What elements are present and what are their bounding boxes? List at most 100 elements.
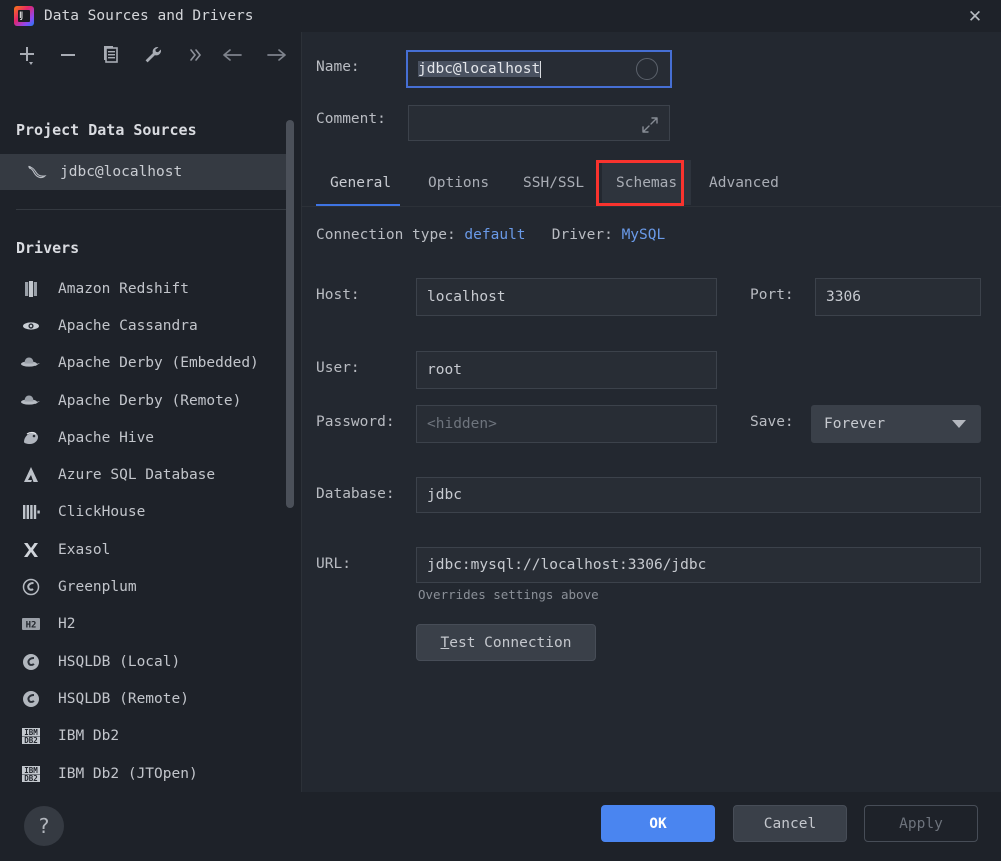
sidebar: Project Data Sources jdbc@localhost Driv… xyxy=(0,32,302,792)
chevron-down-icon xyxy=(952,420,966,428)
derby-hat-icon xyxy=(16,391,46,411)
test-connection-label: est Connection xyxy=(449,634,572,651)
driver-label: Driver: xyxy=(551,227,613,243)
wrench-icon[interactable] xyxy=(136,38,170,72)
comment-input[interactable] xyxy=(408,105,670,141)
driver-item-label: Apache Cassandra xyxy=(58,317,198,334)
chevron-double-right-icon[interactable] xyxy=(178,38,212,72)
sidebar-item-jdbc-localhost[interactable]: jdbc@localhost xyxy=(0,154,294,190)
sidebar-item-label: jdbc@localhost xyxy=(60,164,183,180)
url-input[interactable]: jdbc:mysql://localhost:3306/jdbc xyxy=(416,547,981,583)
intellij-logo-icon: IJ xyxy=(14,6,34,26)
name-status-circle-icon xyxy=(636,58,658,80)
exasol-x-icon xyxy=(16,540,46,560)
apply-button-label: Apply xyxy=(899,815,943,832)
tab-label: Options xyxy=(428,174,490,191)
name-label: Name: xyxy=(316,59,360,75)
host-label: Host: xyxy=(316,287,360,303)
driver-item-hsqldb-remote[interactable]: HSQLDB (Remote) xyxy=(0,680,294,717)
hsqldb-icon xyxy=(16,652,46,672)
driver-item-label: Apache Hive xyxy=(58,429,155,446)
driver-item-apache-hive[interactable]: Apache Hive xyxy=(0,419,294,456)
hive-bee-icon xyxy=(16,428,46,448)
tab-schemas[interactable]: Schemas xyxy=(602,160,692,205)
remove-button[interactable] xyxy=(51,38,85,72)
tab-bar: General Options SSH/SSL Schemas Advanced xyxy=(302,160,1001,207)
database-input[interactable]: jdbc xyxy=(416,477,981,513)
driver-item-h2[interactable]: H2 H2 xyxy=(0,606,294,643)
arrow-left-icon[interactable] xyxy=(216,38,250,72)
ibm-db2-icon: IBM DB2 xyxy=(16,764,46,784)
tab-label: Schemas xyxy=(616,174,678,191)
driver-item-ibm-db2-jtopen[interactable]: IBM DB2 IBM Db2 (JTOpen) xyxy=(0,755,294,792)
dialog-footer xyxy=(0,792,1001,861)
hsqldb-icon xyxy=(16,689,46,709)
arrow-right-icon[interactable] xyxy=(259,38,293,72)
driver-value[interactable]: MySQL xyxy=(622,227,666,243)
driver-item-label: ClickHouse xyxy=(58,504,146,521)
tab-label: SSH/SSL xyxy=(523,174,585,191)
driver-item-label: HSQLDB (Local) xyxy=(58,653,181,670)
database-label: Database: xyxy=(316,486,395,502)
driver-item-label: IBM Db2 (JTOpen) xyxy=(58,765,198,782)
host-input[interactable]: localhost xyxy=(416,278,717,316)
tab-general[interactable]: General xyxy=(316,160,405,205)
drivers-header: Drivers xyxy=(16,239,80,257)
password-label: Password: xyxy=(316,414,395,430)
driver-item-ibm-db2[interactable]: IBM DB2 IBM Db2 xyxy=(0,718,294,755)
sidebar-divider xyxy=(16,209,286,210)
port-input[interactable]: 3306 xyxy=(815,278,981,316)
url-input-value: jdbc:mysql://localhost:3306/jdbc xyxy=(427,557,707,573)
name-input[interactable]: jdbc@localhost xyxy=(406,50,672,88)
window-title: Data Sources and Drivers xyxy=(44,8,254,24)
ibm-db2-icon: IBM DB2 xyxy=(16,726,46,746)
apply-button[interactable]: Apply xyxy=(864,805,978,842)
text-caret xyxy=(540,60,542,78)
comment-label: Comment: xyxy=(316,111,386,127)
driver-item-hsqldb-local[interactable]: HSQLDB (Local) xyxy=(0,643,294,680)
h2-icon: H2 xyxy=(16,616,46,632)
greenplum-icon xyxy=(16,577,46,597)
azure-icon xyxy=(16,465,46,485)
driver-item-label: Azure SQL Database xyxy=(58,467,216,484)
tab-ssh-ssl[interactable]: SSH/SSL xyxy=(509,160,598,205)
driver-item-exasol[interactable]: Exasol xyxy=(0,531,294,568)
driver-item-label: IBM Db2 xyxy=(58,728,120,745)
driver-item-label: Apache Derby (Remote) xyxy=(58,392,242,409)
copy-icon[interactable] xyxy=(94,38,128,72)
close-icon[interactable]: ✕ xyxy=(961,4,989,30)
driver-item-greenplum[interactable]: Greenplum xyxy=(0,568,294,605)
cancel-button[interactable]: Cancel xyxy=(733,805,847,842)
user-input[interactable]: root xyxy=(416,351,717,389)
user-input-value: root xyxy=(427,362,462,378)
tab-label: Advanced xyxy=(709,174,779,191)
url-hint: Overrides settings above xyxy=(418,587,599,602)
sidebar-scrollbar-thumb[interactable] xyxy=(286,120,294,508)
driver-item-apache-cassandra[interactable]: Apache Cassandra xyxy=(0,307,294,344)
connection-info-row: Connection type: default Driver: MySQL xyxy=(316,227,665,243)
driver-item-apache-derby-remote[interactable]: Apache Derby (Remote) xyxy=(0,382,294,419)
connection-type-label: Connection type: xyxy=(316,227,456,243)
tab-options[interactable]: Options xyxy=(414,160,503,205)
ok-button[interactable]: OK xyxy=(601,805,715,842)
help-button[interactable]: ? xyxy=(24,806,64,846)
driver-item-azure-sql-database[interactable]: Azure SQL Database xyxy=(0,456,294,493)
password-input[interactable]: <hidden> xyxy=(416,405,717,443)
driver-item-apache-derby-embedded[interactable]: Apache Derby (Embedded) xyxy=(0,345,294,382)
test-connection-button[interactable]: Test Connection xyxy=(416,624,596,661)
add-button[interactable] xyxy=(10,38,44,72)
driver-item-amazon-redshift[interactable]: Amazon Redshift xyxy=(0,270,294,307)
test-connection-mnemonic: T xyxy=(440,634,450,651)
mysql-dolphin-icon xyxy=(22,162,52,182)
title-bar: IJ Data Sources and Drivers ✕ xyxy=(0,0,1001,32)
tab-label: General xyxy=(330,174,392,191)
connection-type-value[interactable]: default xyxy=(464,227,525,243)
port-label: Port: xyxy=(750,287,794,303)
host-input-value: localhost xyxy=(427,289,506,305)
save-dropdown[interactable]: Forever xyxy=(811,405,981,443)
tab-advanced[interactable]: Advanced xyxy=(695,160,793,205)
url-label: URL: xyxy=(316,556,351,572)
driver-item-clickhouse[interactable]: ClickHouse xyxy=(0,494,294,531)
port-input-value: 3306 xyxy=(826,289,861,305)
expand-icon[interactable] xyxy=(641,116,659,134)
